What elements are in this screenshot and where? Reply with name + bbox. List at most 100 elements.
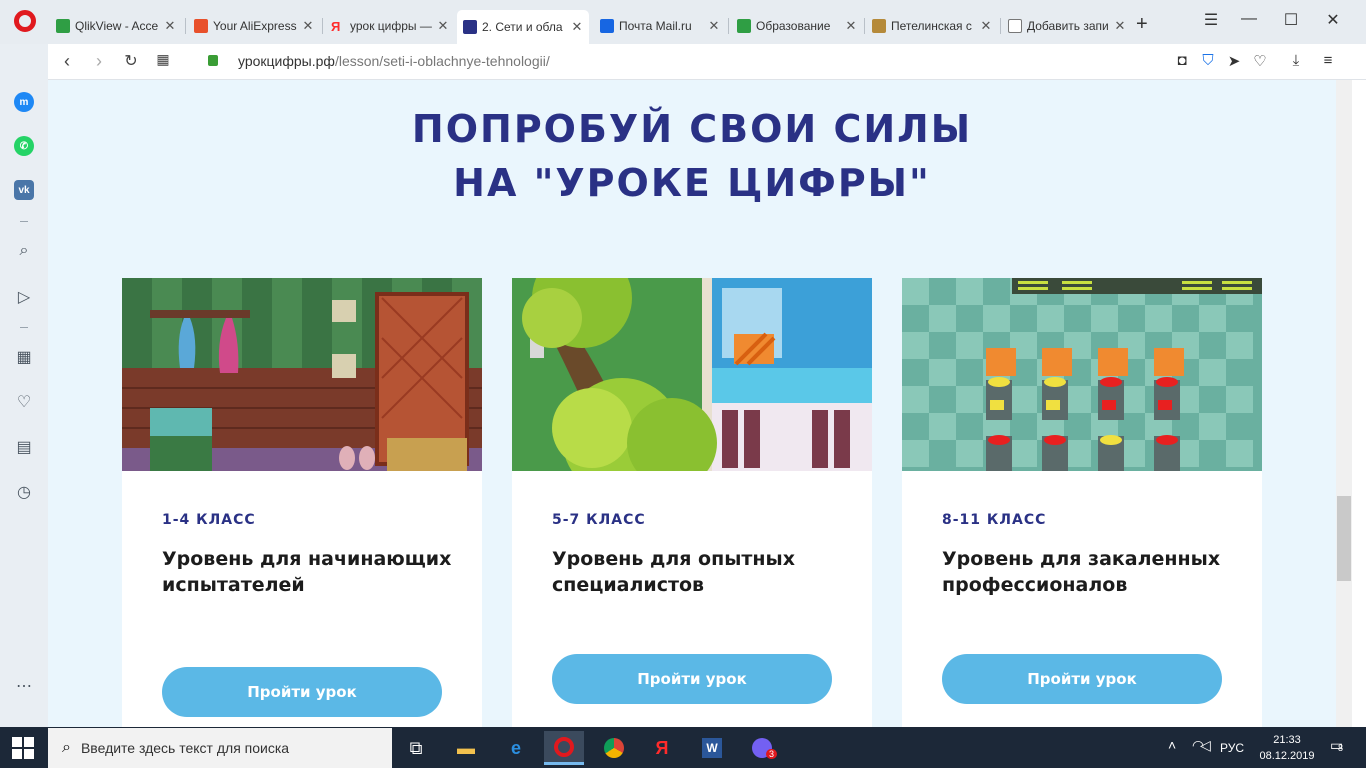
url-path: /lesson/seti-i-oblachnye-tehnologii/ [334,53,550,69]
tab-dobavit[interactable]: Добавить запи ✕ [1002,12,1132,40]
whatsapp-icon[interactable]: ✆ [14,136,34,156]
easy-setup-icon[interactable]: ≡ [1318,52,1338,69]
more-icon[interactable]: ⋯ [14,676,34,696]
tab-obrazovanie[interactable]: Образование ✕ [731,12,863,40]
document-icon [1008,19,1022,33]
tab-aliexpress[interactable]: Your AliExpress ✕ [188,12,320,40]
close-icon[interactable]: ✕ [302,18,314,34]
chevron-up-icon[interactable]: ˄ [1168,737,1176,753]
search-placeholder: Введите здесь текст для поиска [80,740,290,756]
tab-separator [1000,18,1001,34]
urok-cifry-favicon-icon [463,20,477,34]
new-tab-button[interactable]: + [1136,13,1148,36]
opera-taskbar-icon[interactable] [544,731,584,765]
volume-icon[interactable]: ◁ [1200,737,1211,754]
favicon-icon [194,19,208,33]
edge-icon[interactable]: e [496,731,536,765]
tab-separator [185,18,186,34]
file-explorer-icon[interactable]: ▬ [446,731,486,765]
send-icon[interactable]: ➤ [1224,52,1244,70]
lock-icon [208,55,218,66]
favicon-icon [872,19,886,33]
language-indicator[interactable]: РУС [1220,741,1244,755]
window-close-button[interactable]: ✕ [1318,10,1348,30]
back-button[interactable]: ‹ [56,51,78,72]
action-center-icon[interactable]: ▭ 8 [1330,737,1343,754]
taskbar-search-box[interactable]: ⌕ Введите здесь текст для поиска [48,728,392,768]
close-icon[interactable]: ✕ [571,19,583,35]
mail-icon [600,19,614,33]
heading-line-2: НА "УРОКЕ ЦИФРЫ" [453,161,931,205]
notification-count: 8 [1338,743,1344,753]
maximize-button[interactable]: ☐ [1276,10,1306,30]
close-icon[interactable]: ✕ [708,18,720,34]
card-title: Уровень для начинающих испытателей [162,548,452,596]
heart-icon[interactable]: ♡ [14,392,34,412]
tab-strip: QlikView - Acce ✕ Your AliExpress ✕ Я ур… [0,0,1366,44]
favicon-icon [56,19,70,33]
opera-logo-icon[interactable] [14,10,36,32]
sidebar-divider [20,327,28,328]
messenger-icon[interactable]: m [14,92,34,112]
tab-separator [864,18,865,34]
send-icon[interactable]: ▷ [14,287,34,307]
heart-icon[interactable]: ♡ [1250,52,1270,70]
camera-icon[interactable]: ◘ [1172,52,1192,69]
clock-time: 21:33 [1273,734,1301,746]
tab-petelinskaya[interactable]: Петелинская с ✕ [866,12,998,40]
speed-dial-icon[interactable]: ▦ [14,347,34,367]
clock-date: 08.12.2019 [1259,750,1315,762]
yandex-browser-icon[interactable]: Я [642,731,682,765]
vk-icon[interactable]: vk [14,180,34,200]
favicon-icon [737,19,751,33]
lesson-card-5-7: 5-7 КЛАСС Уровень для опытных специалист… [512,278,872,727]
card-grade: 8-11 КЛАСС [942,512,1047,528]
page-heading: ПОПРОБУЙ СВОИ СИЛЫ НА "УРОКЕ ЦИФРЫ" [48,102,1336,210]
close-icon[interactable]: ✕ [437,18,449,34]
card-illustration-server-room [902,278,1262,471]
search-icon[interactable]: ⌕ [14,242,34,260]
viber-icon[interactable]: 3 [742,731,782,765]
take-lesson-button[interactable]: Пройти урок [552,654,832,704]
take-lesson-button[interactable]: Пройти урок [162,667,442,717]
clock[interactable]: 21:33 08.12.2019 [1252,732,1322,764]
card-illustration-hallway [122,278,482,471]
heading-line-1: ПОПРОБУЙ СВОИ СИЛЫ [411,107,973,151]
close-icon[interactable]: ✕ [1114,18,1126,34]
close-icon[interactable]: ✕ [845,18,857,34]
download-icon[interactable]: ⤓ [1286,52,1306,69]
tab-urok-cifry[interactable]: Я урок цифры — ✕ [325,12,455,40]
word-icon[interactable]: W [692,731,732,765]
close-icon[interactable]: ✕ [980,18,992,34]
vertical-scrollbar[interactable] [1336,80,1352,727]
url-field[interactable]: урокцифры.рф/lesson/seti-i-oblachnye-teh… [238,53,550,69]
tab-menu-icon[interactable]: ☰ [1196,10,1226,30]
speed-dial-icon[interactable]: ▦ [152,51,174,68]
scrollbar-thumb[interactable] [1337,496,1351,581]
card-grade: 1-4 КЛАСС [162,512,256,528]
sidebar: m ✆ vk ⌕ ▷ ▦ ♡ ▤ ◷ ⋯ [0,44,48,727]
task-view-icon[interactable]: ⧉ [396,731,436,765]
tab-seti-active[interactable]: 2. Сети и обла ✕ [457,10,589,44]
notification-badge: 3 [766,749,778,759]
news-icon[interactable]: ▤ [14,437,34,457]
lesson-card-8-11: 8-11 КЛАСС Уровень для закаленных профес… [902,278,1262,727]
tab-separator [322,18,323,34]
page-content: ПОПРОБУЙ СВОИ СИЛЫ НА "УРОКЕ ЦИФРЫ" 1-4 … [48,80,1336,727]
minimize-button[interactable]: — [1234,10,1264,28]
tab-mail[interactable]: Почта Mail.ru ✕ [594,12,726,40]
url-domain: урокцифры.рф [238,53,335,69]
card-title: Уровень для опытных специалистов [552,548,795,596]
tab-qlikview[interactable]: QlikView - Acce ✕ [50,12,182,40]
close-icon[interactable]: ✕ [164,18,176,34]
reload-button[interactable]: ↻ [120,51,142,71]
windows-taskbar: ⌕ Введите здесь текст для поиска ⧉ ▬ e Я… [0,727,1366,768]
take-lesson-button[interactable]: Пройти урок [942,654,1222,704]
card-grade: 5-7 КЛАСС [552,512,646,528]
vpn-shield-icon[interactable]: ⛉ [1198,52,1218,69]
card-title: Уровень для закаленных профессионалов [942,548,1221,596]
history-icon[interactable]: ◷ [14,482,34,502]
forward-button[interactable]: › [88,51,110,72]
chrome-icon[interactable] [594,731,634,765]
windows-start-icon[interactable] [12,737,34,759]
